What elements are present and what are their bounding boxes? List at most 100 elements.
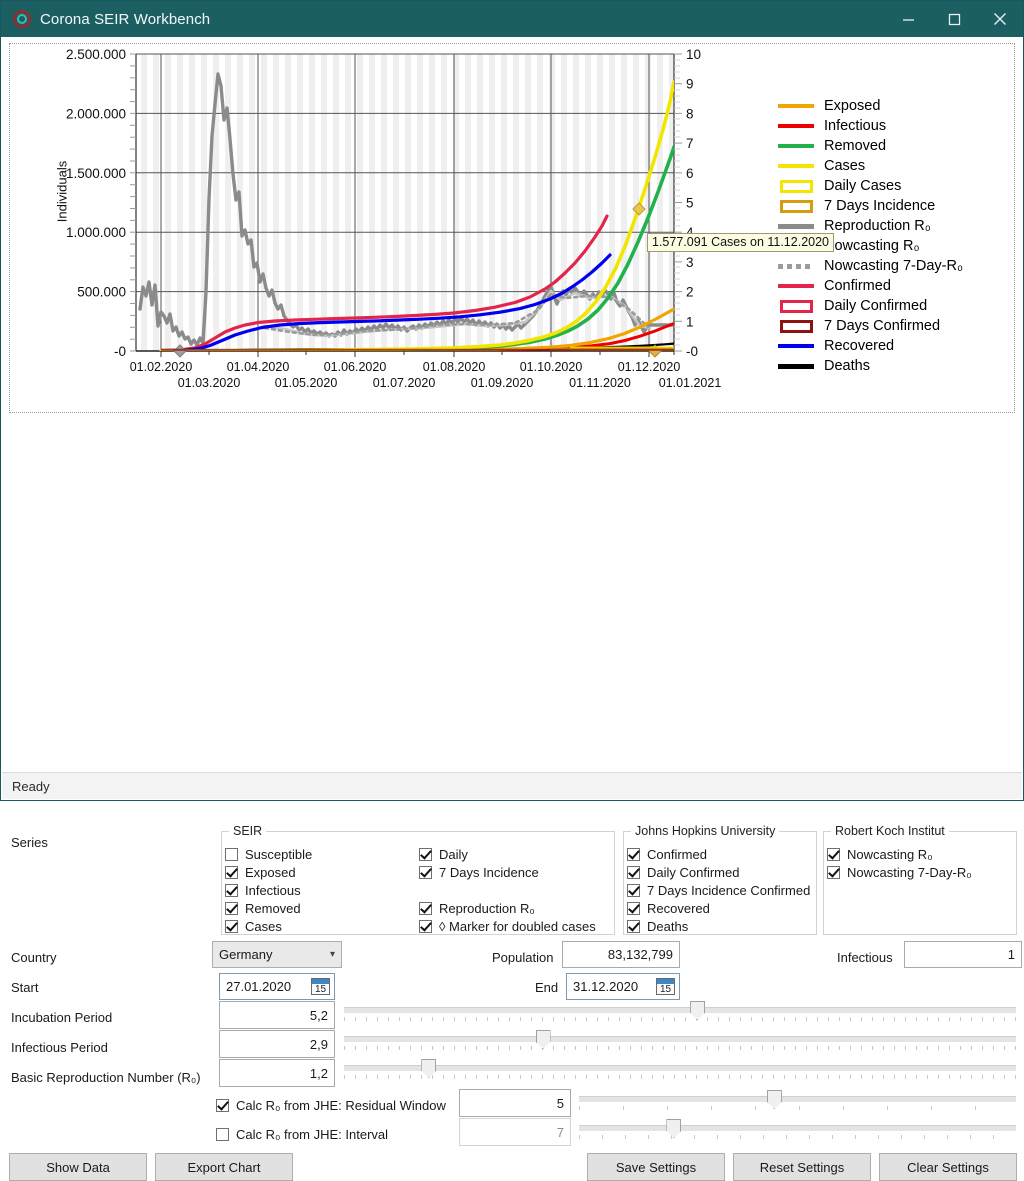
svg-text:6: 6 xyxy=(686,166,694,181)
legend-label-7-days-confirmed: 7 Days Confirmed xyxy=(824,318,941,334)
label-basic-reproduction-number: Basic Reproduction Number (R₀) xyxy=(11,1070,201,1085)
svg-text:01.07.2020: 01.07.2020 xyxy=(373,376,436,390)
legend-swatch-infectious xyxy=(778,119,814,133)
label-infectious-initial: Infectious xyxy=(837,950,893,965)
checkbox-jhu-daily-confirmed[interactable]: Daily Confirmed xyxy=(627,865,739,880)
legend-item-removed[interactable]: Removed xyxy=(778,136,963,156)
checkbox-calc-r0-residual-window[interactable]: Calc R₀ from JHE: Residual Window xyxy=(216,1098,446,1113)
clear-settings-button[interactable]: Clear Settings xyxy=(879,1153,1017,1181)
checkbox-jhu-confirmed[interactable]: Confirmed xyxy=(627,847,707,862)
residual-window-input[interactable]: 5 xyxy=(459,1089,571,1117)
checkbox-jhu-7-days-incidence-confirmed[interactable]: 7 Days Incidence Confirmed xyxy=(627,883,815,898)
export-chart-button[interactable]: Export Chart xyxy=(155,1153,293,1181)
basic-reproduction-number-input[interactable]: 1,2 xyxy=(219,1059,335,1087)
label-end: End xyxy=(535,980,559,995)
checkbox-label-rki-nowcasting-7-day-r0: Nowcasting 7-Day-R₀ xyxy=(847,865,972,880)
infectious-period-input[interactable]: 2,9 xyxy=(219,1030,335,1058)
legend-label-confirmed: Confirmed xyxy=(824,278,891,294)
group-seir-title: SEIR xyxy=(229,824,267,838)
legend-swatch-exposed xyxy=(778,99,814,113)
svg-text:01.08.2020: 01.08.2020 xyxy=(423,360,486,374)
legend-label-7-days-incidence: 7 Days Incidence xyxy=(824,198,936,214)
interval-slider[interactable] xyxy=(579,1119,1016,1143)
checkbox-rki-nowcasting-r0[interactable]: Nowcasting R₀ xyxy=(827,847,933,862)
legend-swatch-recovered xyxy=(778,339,814,353)
show-data-button[interactable]: Show Data xyxy=(9,1153,147,1181)
start-date-value: 27.01.2020 xyxy=(226,979,292,994)
svg-text:01.09.2020: 01.09.2020 xyxy=(471,376,534,390)
legend-label-nowcasting-r0: Nowcasting R₀ xyxy=(824,238,920,254)
legend-item-deaths[interactable]: Deaths xyxy=(778,356,963,376)
export-chart-button-label: Export Chart xyxy=(187,1159,261,1175)
legend-item-cases[interactable]: Cases xyxy=(778,156,963,176)
checkbox-exposed[interactable]: Exposed xyxy=(225,865,296,880)
svg-text:10: 10 xyxy=(686,47,701,62)
minimize-button[interactable] xyxy=(885,1,931,37)
label-start: Start xyxy=(11,980,39,995)
incubation-period-value: 5,2 xyxy=(309,1007,328,1023)
legend-item-7-days-confirmed[interactable]: 7 Days Confirmed xyxy=(778,316,963,336)
checkbox-removed[interactable]: Removed xyxy=(225,901,301,916)
interval-input[interactable]: 7 xyxy=(459,1118,571,1146)
end-date-input[interactable]: 31.12.2020 15 xyxy=(566,973,680,1000)
end-date-value: 31.12.2020 xyxy=(573,979,639,994)
maximize-button[interactable] xyxy=(931,1,977,37)
legend-label-exposed: Exposed xyxy=(824,98,881,114)
reset-settings-button[interactable]: Reset Settings xyxy=(733,1153,871,1181)
save-settings-button[interactable]: Save Settings xyxy=(587,1153,725,1181)
svg-text:2: 2 xyxy=(686,285,694,300)
legend-swatch-daily-confirmed xyxy=(778,299,814,313)
checkbox-jhu-deaths[interactable]: Deaths xyxy=(627,919,688,934)
svg-text:3: 3 xyxy=(686,255,694,270)
incubation-period-input[interactable]: 5,2 xyxy=(219,1001,335,1029)
legend-item-daily-cases[interactable]: Daily Cases xyxy=(778,176,963,196)
legend-item-7-days-incidence[interactable]: 7 Days Incidence xyxy=(778,196,963,216)
population-value: 83,132,799 xyxy=(607,947,673,962)
svg-text:01.01.2021: 01.01.2021 xyxy=(659,376,722,390)
legend-item-recovered[interactable]: Recovered xyxy=(778,336,963,356)
checkbox-daily[interactable]: Daily xyxy=(419,847,468,862)
chart-panel[interactable]: Individuals Germany xyxy=(9,43,1015,413)
legend-item-confirmed[interactable]: Confirmed xyxy=(778,276,963,296)
svg-text:500.000: 500.000 xyxy=(77,285,126,300)
country-select[interactable]: Germany ▾ xyxy=(212,941,342,968)
legend-label-infectious: Infectious xyxy=(824,118,887,134)
calendar-icon-end[interactable]: 15 xyxy=(656,978,675,995)
legend-item-daily-confirmed[interactable]: Daily Confirmed xyxy=(778,296,963,316)
svg-text:9: 9 xyxy=(686,77,694,92)
checkbox-jhu-recovered[interactable]: Recovered xyxy=(627,901,710,916)
checkbox-label-jhu-7-days-incidence-confirmed: 7 Days Incidence Confirmed xyxy=(647,883,811,898)
close-button[interactable] xyxy=(977,1,1023,37)
legend-item-nowcasting-7-day-r0[interactable]: Nowcasting 7-Day-R₀ xyxy=(778,256,963,276)
save-settings-button-label: Save Settings xyxy=(615,1159,697,1175)
incubation-period-slider[interactable] xyxy=(344,1001,1016,1025)
window-title: Corona SEIR Workbench xyxy=(40,10,211,28)
basic-reproduction-number-slider[interactable] xyxy=(344,1059,1016,1083)
population-input[interactable]: 83,132,799 xyxy=(562,941,680,968)
checkbox-infectious[interactable]: Infectious xyxy=(225,883,301,898)
infectious-initial-value: 1 xyxy=(1007,947,1015,962)
checkbox-label-rki-nowcasting-r0: Nowcasting R₀ xyxy=(847,847,933,862)
legend-item-exposed[interactable]: Exposed xyxy=(778,96,963,116)
svg-text:01.02.2020: 01.02.2020 xyxy=(130,360,193,374)
legend-item-infectious[interactable]: Infectious xyxy=(778,116,963,136)
checkbox-cases[interactable]: Cases xyxy=(225,919,282,934)
legend-label-deaths: Deaths xyxy=(824,358,870,374)
checkbox-calc-r0-interval[interactable]: Calc R₀ from JHE: Interval xyxy=(216,1127,388,1142)
checkbox-susceptible[interactable]: Susceptible xyxy=(225,847,312,862)
checkbox-label-calc-r0-residual-window: Calc R₀ from JHE: Residual Window xyxy=(236,1098,446,1113)
checkbox-7-days-incidence[interactable]: 7 Days Incidence xyxy=(419,865,539,880)
svg-text:1: 1 xyxy=(686,314,694,329)
start-date-input[interactable]: 27.01.2020 15 xyxy=(219,973,335,1000)
checkbox-rki-nowcasting-7-day-r0[interactable]: Nowcasting 7-Day-R₀ xyxy=(827,865,972,880)
svg-text:-0: -0 xyxy=(114,344,126,359)
infectious-period-slider[interactable] xyxy=(344,1030,1016,1054)
checkbox-reproduction-r0[interactable]: Reproduction R₀ xyxy=(419,901,535,916)
calendar-icon[interactable]: 15 xyxy=(311,978,330,995)
reset-settings-button-label: Reset Settings xyxy=(759,1159,845,1175)
legend-label-recovered: Recovered xyxy=(824,338,895,354)
legend-swatch-deaths xyxy=(778,359,814,373)
residual-window-slider[interactable] xyxy=(579,1090,1016,1114)
infectious-initial-input[interactable]: 1 xyxy=(904,941,1022,968)
checkbox-marker-doubled-cases[interactable]: ◊ Marker for doubled cases xyxy=(419,919,611,934)
